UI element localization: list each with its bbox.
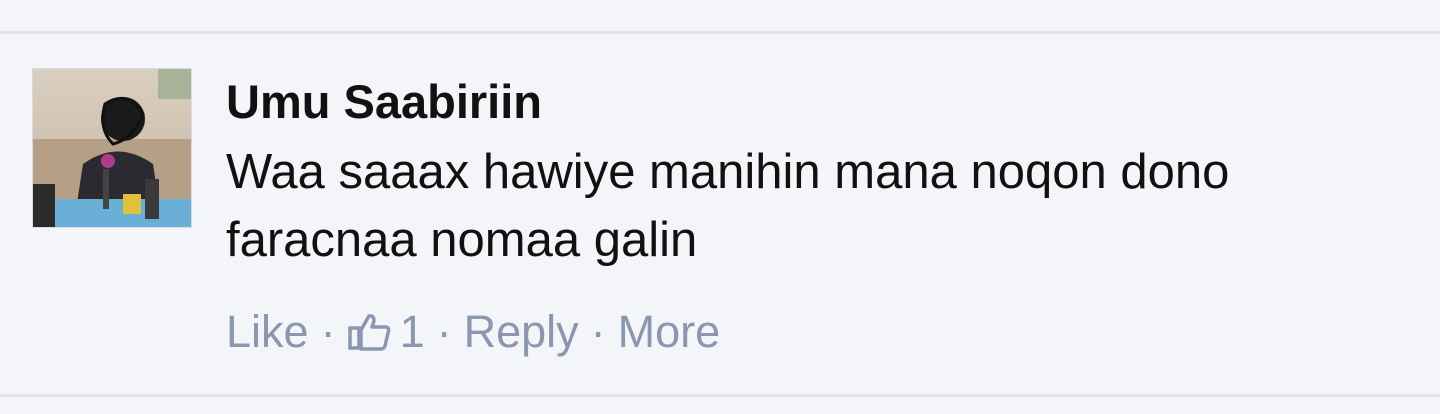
avatar[interactable] [32,68,192,228]
more-button[interactable]: More [618,306,721,358]
separator: · [320,306,336,357]
like-button[interactable]: Like [226,306,309,358]
like-count[interactable]: 1 [400,306,425,358]
thumbs-up-icon[interactable] [347,312,392,352]
bottom-divider [0,394,1440,397]
comment-author[interactable]: Umu Saabiriin [226,72,1406,132]
comment-body: Umu Saabiriin Waa saaax hawiye manihin m… [226,72,1406,274]
comment-text: Waa saaax hawiye manihin mana noqon dono… [226,145,1230,267]
comment-actions: Like · 1 · Reply · More [226,302,720,362]
separator: · [436,306,452,357]
reply-button[interactable]: Reply [464,306,579,358]
separator: · [590,306,606,357]
comment-item: Umu Saabiriin Waa saaax hawiye manihin m… [0,34,1440,394]
avatar-photo-icon [33,69,191,227]
